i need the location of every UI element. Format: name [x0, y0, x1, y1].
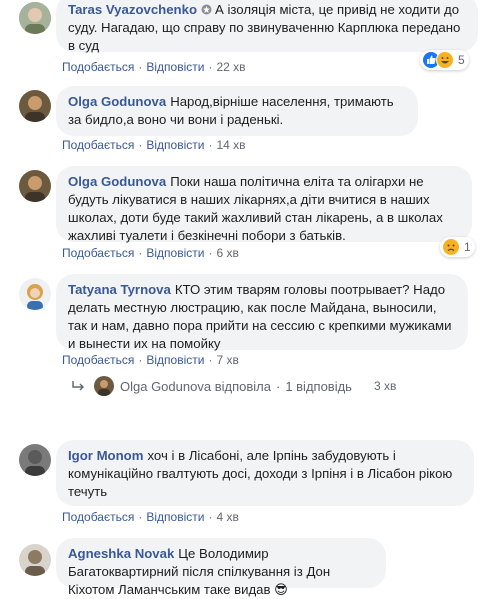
comment-actions: Подобається · Відповісти · 7 хв [62, 353, 239, 367]
view-replies-link[interactable]: Olga Godunova відповіла · 1 відповідь 3 хв [72, 376, 396, 396]
comment-bubble: Tatyana Tyrnova КТО этим тварям головы по… [56, 274, 468, 351]
reply-arrow-icon [72, 381, 84, 391]
like-button[interactable]: Подобається [62, 60, 134, 74]
comment-author[interactable]: Taras Vyazovchenko [68, 2, 197, 17]
avatar[interactable] [19, 544, 51, 576]
sad-reaction-icon [442, 238, 460, 256]
like-button[interactable]: Подобається [62, 510, 134, 524]
haha-reaction-icon [436, 51, 454, 69]
avatar[interactable] [19, 2, 51, 34]
like-button[interactable]: Подобається [62, 246, 134, 260]
reply-author[interactable]: Olga Godunova [120, 379, 211, 394]
comment-time[interactable]: 6 хв [216, 246, 238, 260]
person-avatar-icon [19, 278, 51, 310]
person-avatar-icon [19, 444, 51, 476]
comment-time[interactable]: 14 хв [216, 138, 245, 152]
sunglasses-emoji: 😎 [274, 582, 288, 597]
comment-bubble: Igor Monom хоч і в Лісабоні, але Ірпінь з… [56, 440, 474, 506]
comment-actions: Подобається · Відповісти · 14 хв [62, 138, 246, 152]
comment-author[interactable]: Tatyana Tyrnova [68, 282, 171, 297]
reply-button[interactable]: Відповісти [146, 353, 204, 367]
reply-time: 3 хв [373, 379, 397, 393]
reply-button[interactable]: Відповісти [146, 60, 204, 74]
comment-author[interactable]: Agneshka Novak [68, 546, 174, 561]
comment-time[interactable]: 4 хв [216, 510, 238, 524]
top-fan-badge-icon [201, 4, 212, 15]
avatar[interactable] [19, 170, 51, 202]
reply-verb: відповіла [214, 378, 271, 394]
reactions-badge[interactable]: 5 [420, 50, 469, 70]
avatar [94, 376, 114, 396]
comment-bubble: Olga Godunova Народ,вірніше населення, тр… [56, 86, 418, 136]
avatar[interactable] [19, 90, 51, 122]
avatar[interactable] [19, 278, 51, 310]
comment-time[interactable]: 7 хв [216, 353, 238, 367]
comment-bubble: Olga Godunova Поки наша політична еліта т… [56, 166, 472, 243]
comment-bubble: Taras Vyazovchenko А ізоляція міста, це п… [56, 0, 478, 53]
person-avatar-icon [19, 170, 51, 202]
reply-button[interactable]: Відповісти [146, 246, 204, 260]
comment-author[interactable]: Igor Monom [68, 448, 143, 463]
avatar[interactable] [19, 444, 51, 476]
comment-time[interactable]: 22 хв [216, 60, 245, 74]
reactions-count: 5 [458, 53, 465, 67]
reactions-badge[interactable]: 1 [440, 237, 475, 257]
reply-button[interactable]: Відповісти [146, 510, 204, 524]
like-button[interactable]: Подобається [62, 353, 134, 367]
person-avatar-icon [19, 544, 51, 576]
like-button[interactable]: Подобається [62, 138, 134, 152]
comment-actions: Подобається · Відповісти · 6 хв [62, 246, 239, 260]
comment-actions: Подобається · Відповісти · 4 хв [62, 510, 239, 524]
person-avatar-icon [19, 90, 51, 122]
comment-author[interactable]: Olga Godunova [68, 174, 166, 189]
comment-author[interactable]: Olga Godunova [68, 94, 166, 109]
reply-count[interactable]: 1 відповідь [285, 379, 352, 394]
person-avatar-icon [19, 2, 51, 34]
reply-button[interactable]: Відповісти [146, 138, 204, 152]
reactions-count: 1 [464, 240, 471, 254]
comment-actions: Подобається · Відповісти · 22 хв [62, 60, 246, 74]
